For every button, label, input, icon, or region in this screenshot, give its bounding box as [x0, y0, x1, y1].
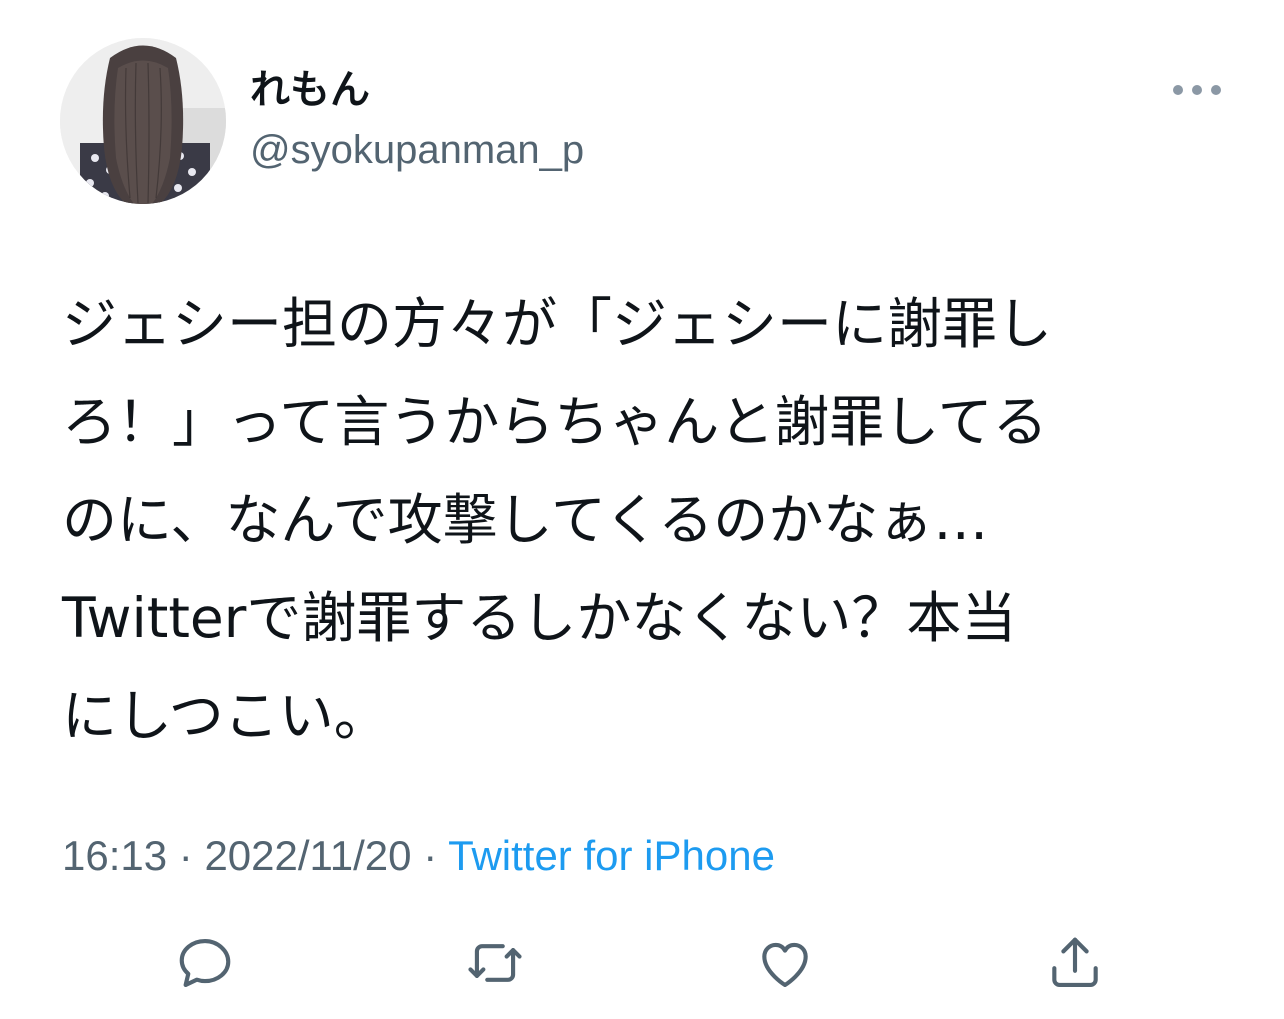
tweet-text-line: ろ！」って言うからちゃんと謝罪してる [62, 390, 1048, 454]
tweet-detail: れもん @syokupanman_p ジェシー担の方々が「ジェシーに謝罪し ろ！… [0, 0, 1284, 1019]
tweet-metadata: 16:13 · 2022/11/20 · Twitter for iPhone [62, 826, 775, 886]
avatar[interactable] [60, 38, 226, 204]
heart-icon [762, 942, 808, 988]
share-icon [1052, 937, 1098, 988]
tweet-text-line: ジェシー担の方々が「ジェシーに謝罪し [62, 292, 1053, 356]
tweet-text: ジェシー担の方々が「ジェシーに謝罪し ろ！」って言うからちゃんと謝罪してる のに… [62, 275, 1232, 765]
retweet-icon [468, 944, 522, 982]
more-options-button[interactable] [1170, 76, 1224, 104]
tweet-text-line: Twitterで謝罪するしかなくない？本当 [62, 586, 1017, 650]
retweet-button[interactable] [460, 928, 530, 998]
tweet-source-link[interactable]: Twitter for iPhone [448, 832, 775, 879]
user-avatar-image [60, 38, 226, 204]
share-button[interactable] [1040, 928, 1110, 998]
user-handle[interactable]: @syokupanman_p [250, 122, 584, 178]
tweet-text-line: のに、なんで攻撃してくるのかなぁ… [62, 488, 989, 552]
display-name[interactable]: れもん [250, 62, 370, 118]
tweet-time[interactable]: 16:13 [62, 832, 167, 879]
tweet-actions [0, 928, 1284, 998]
reply-icon [179, 938, 231, 988]
tweet-date[interactable]: 2022/11/20 [204, 832, 411, 879]
meta-separator: · [167, 832, 205, 879]
reply-button[interactable] [170, 928, 240, 998]
tweet-text-line: にしつこい。 [62, 684, 389, 748]
more-horizontal-icon [1173, 85, 1221, 95]
like-button[interactable] [750, 928, 820, 998]
meta-separator: · [411, 832, 449, 879]
